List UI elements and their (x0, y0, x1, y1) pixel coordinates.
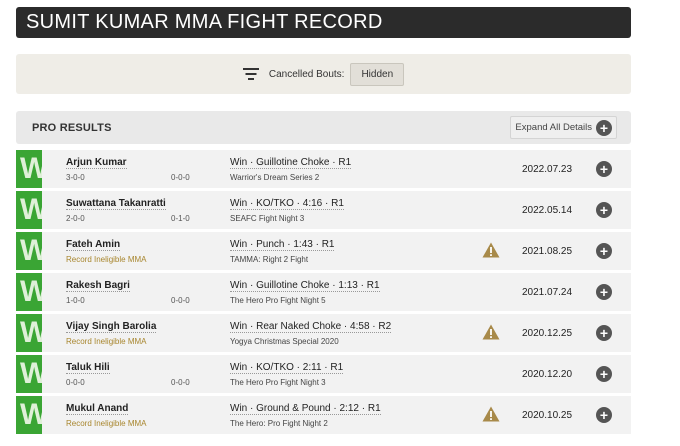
outcome-letter: W (20, 152, 42, 185)
fight-row[interactable]: W Suwattana Takanratti 2-0-0 0-1-0 Win ·… (16, 191, 631, 229)
cancelled-bouts-label: Cancelled Bouts: (268, 68, 345, 80)
section-title: PRO RESULTS (32, 122, 112, 134)
fight-result-link[interactable]: Win · Guillotine Choke · 1:13 · R1 (230, 280, 380, 292)
opponent-name-link[interactable]: Mukul Anand (66, 403, 129, 415)
fight-row[interactable]: W Taluk Hili 0-0-0 0-0-0 Win · KO/TKO · … (16, 355, 631, 393)
outcome-badge: W (16, 150, 42, 188)
event-name: Warrior's Dream Series 2 (230, 173, 320, 182)
filter-icon[interactable] (242, 68, 259, 80)
fight-row[interactable]: W Fateh Amin Record Ineligible MMA Win ·… (16, 232, 631, 270)
warning-icon[interactable] (482, 324, 500, 340)
fight-row[interactable]: W Vijay Singh Barolia Record Ineligible … (16, 314, 631, 352)
fight-date: 2022.07.23 (522, 164, 573, 175)
outcome-badge: W (16, 273, 42, 311)
opponent-record: 1-0-0 (66, 296, 85, 305)
fight-result-link[interactable]: Win · KO/TKO · 2:11 · R1 (230, 362, 344, 374)
expand-row-plus-icon[interactable]: + (596, 325, 612, 341)
expand-row-plus-icon[interactable]: + (596, 284, 612, 300)
outcome-badge: W (16, 314, 42, 352)
opponent-record: 0-0-0 (66, 378, 85, 387)
pro-results-header: PRO RESULTS Expand All Details + (16, 111, 631, 144)
page-title: SUMIT KUMAR MMA FIGHT RECORD (16, 7, 631, 38)
warning-icon[interactable] (482, 406, 500, 422)
expand-all-button[interactable]: Expand All Details + (510, 116, 617, 139)
opponent-name-link[interactable]: Suwattana Takanratti (66, 198, 166, 210)
outcome-letter: W (20, 275, 42, 308)
opponent-name-link[interactable]: Arjun Kumar (66, 157, 127, 169)
opponent-name-link[interactable]: Fateh Amin (66, 239, 121, 251)
outcome-letter: W (20, 398, 42, 431)
event-name: The Hero: Pro Fight Night 2 (230, 419, 328, 428)
fight-result-link[interactable]: Win · Rear Naked Choke · 4:58 · R2 (230, 321, 392, 333)
opponent-record: Record Ineligible MMA (66, 337, 147, 346)
fight-row[interactable]: W Arjun Kumar 3-0-0 0-0-0 Win · Guilloti… (16, 150, 631, 188)
opponent-name-link[interactable]: Vijay Singh Barolia (66, 321, 157, 333)
opponent-record: 2-0-0 (66, 214, 85, 223)
opponent-name-link[interactable]: Rakesh Bagri (66, 280, 130, 292)
event-name: The Hero Pro Fight Night 3 (230, 378, 326, 387)
fight-row[interactable]: W Rakesh Bagri 1-0-0 0-0-0 Win · Guillot… (16, 273, 631, 311)
outcome-letter: W (20, 234, 42, 267)
plus-icon: + (596, 119, 612, 136)
opponent-record-secondary: 0-0-0 (171, 378, 190, 387)
opponent-record-secondary: 0-0-0 (171, 296, 190, 305)
fight-result-link[interactable]: Win · Ground & Pound · 2:12 · R1 (230, 403, 381, 415)
outcome-badge: W (16, 191, 42, 229)
expand-all-label: Expand All Details (515, 122, 592, 133)
filter-bar: Cancelled Bouts: Hidden (16, 54, 631, 94)
expand-row-plus-icon[interactable]: + (596, 366, 612, 382)
fight-date: 2020.10.25 (522, 410, 573, 421)
fight-date: 2021.08.25 (522, 246, 573, 257)
outcome-badge: W (16, 232, 42, 270)
expand-row-plus-icon[interactable]: + (596, 407, 612, 423)
fight-result-link[interactable]: Win · Guillotine Choke · R1 (230, 157, 352, 169)
fight-date: 2020.12.25 (522, 328, 573, 339)
fight-row[interactable]: W Mukul Anand Record Ineligible MMA Win … (16, 396, 631, 434)
cancelled-bouts-toggle[interactable]: Hidden (350, 62, 405, 86)
fight-result-link[interactable]: Win · Punch · 1:43 · R1 (230, 239, 335, 251)
opponent-record-secondary: 0-0-0 (171, 173, 190, 182)
fight-date: 2021.07.24 (522, 287, 573, 298)
outcome-letter: W (20, 193, 42, 226)
event-name: Yogya Christmas Special 2020 (230, 337, 339, 346)
event-name: SEAFC Fight Night 3 (230, 214, 305, 223)
event-name: The Hero Pro Fight Night 5 (230, 296, 326, 305)
opponent-record: Record Ineligible MMA (66, 419, 147, 428)
opponent-record: Record Ineligible MMA (66, 255, 147, 264)
opponent-record: 3-0-0 (66, 173, 85, 182)
opponent-record-secondary: 0-1-0 (171, 214, 190, 223)
opponent-name-link[interactable]: Taluk Hili (66, 362, 110, 374)
event-name: TAMMA: Right 2 Fight (230, 255, 309, 264)
expand-row-plus-icon[interactable]: + (596, 243, 612, 259)
expand-row-plus-icon[interactable]: + (596, 202, 612, 218)
outcome-letter: W (20, 316, 42, 349)
outcome-letter: W (20, 357, 42, 390)
outcome-badge: W (16, 355, 42, 393)
fight-date: 2020.12.20 (522, 369, 573, 380)
warning-icon[interactable] (482, 242, 500, 258)
fight-result-link[interactable]: Win · KO/TKO · 4:16 · R1 (230, 198, 344, 210)
fight-date: 2022.05.14 (522, 205, 573, 216)
expand-row-plus-icon[interactable]: + (596, 161, 612, 177)
outcome-badge: W (16, 396, 42, 434)
